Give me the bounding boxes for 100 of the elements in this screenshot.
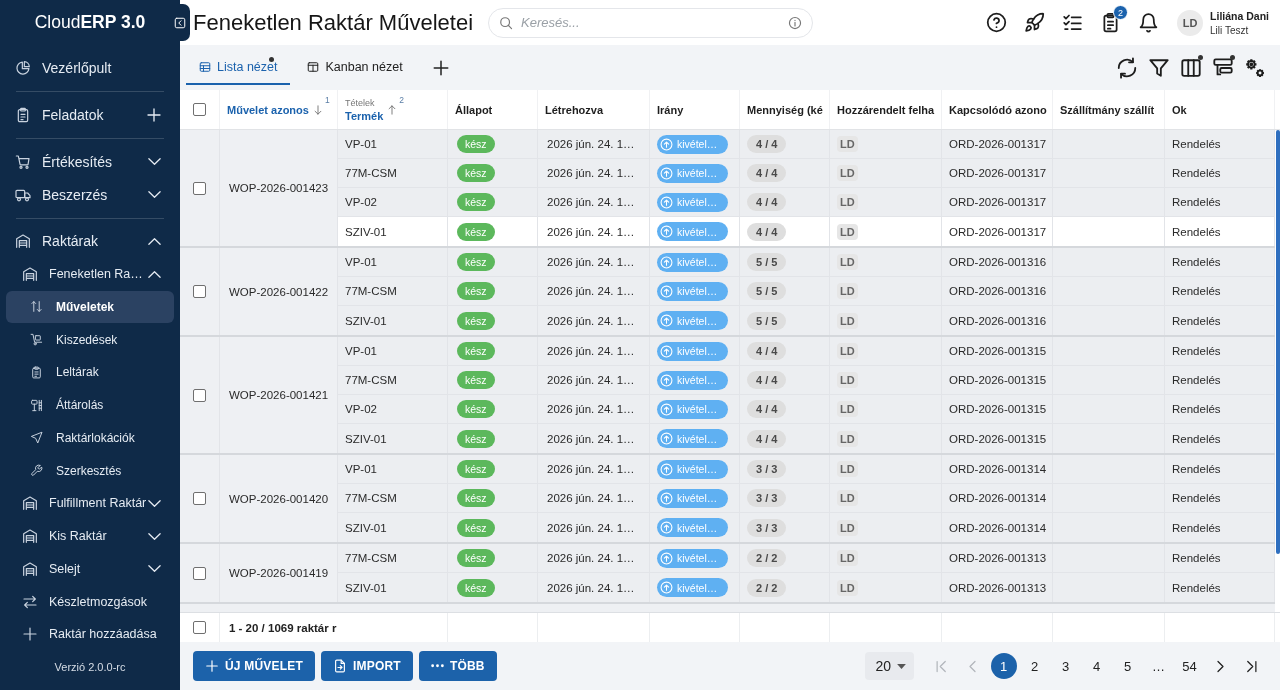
arrow-up-circle-icon (660, 462, 673, 476)
related-id-cell: ORD-2026-001313 (942, 573, 1053, 602)
file-arrow-icon (333, 659, 347, 673)
arrow-up-icon[interactable] (387, 104, 398, 115)
row-checkbox[interactable] (193, 388, 206, 402)
table-row[interactable]: SZIV-01 kész 2026 jún. 24. 1… kivétel… 4 / 4 LD ORD-2026-001317 Rendelés (338, 217, 1275, 246)
row-checkbox[interactable] (193, 285, 206, 298)
quantity-badge: 4 / 4 (747, 164, 787, 182)
info-icon[interactable] (788, 15, 803, 30)
column-header[interactable]: Állapot (448, 90, 538, 129)
direction-label: kivétel… (677, 552, 718, 564)
nav-item[interactable]: Feladatok (6, 98, 174, 132)
product-cell: VP-02 (338, 395, 448, 423)
plus-icon[interactable] (146, 107, 162, 124)
status-badge: kész (457, 371, 495, 389)
nav-item[interactable]: Értékesítés (6, 145, 174, 179)
footer-checkbox[interactable] (193, 621, 206, 634)
product-cell: 77M-CSM (338, 277, 448, 305)
arrow-up-circle-icon (660, 521, 673, 534)
related-id-cell: ORD-2026-001317 (942, 217, 1053, 246)
column-header[interactable]: Mennyiség (ké (740, 90, 830, 129)
column-header[interactable]: Szállítmány szállít (1053, 90, 1165, 129)
arrow-down-icon[interactable] (312, 104, 323, 115)
related-id-cell: ORD-2026-001314 (942, 513, 1053, 542)
page-button[interactable]: 1 (990, 653, 1017, 679)
table-row[interactable]: VP-02 kész 2026 jún. 24. 1… kivétel… 4 / 4 LD ORD-2026-001315 Rendelés (338, 395, 1275, 424)
rocket-icon[interactable] (1024, 12, 1046, 33)
nav-item[interactable]: Leltárak (6, 356, 174, 389)
quantity-badge: 5 / 5 (747, 253, 787, 271)
table-row[interactable]: 77M-CSM kész 2026 jún. 24. 1… kivétel… 5 / 5 LD ORD-2026-001316 Rendelés (338, 277, 1275, 306)
page-button[interactable]: 54 (1176, 653, 1203, 679)
nav-item[interactable]: Kiszedések (6, 323, 174, 356)
checklist-icon[interactable] (1062, 12, 1084, 33)
plus-icon[interactable] (431, 59, 450, 77)
table-row[interactable]: 77M-CSM kész 2026 jún. 24. 1… kivétel… 3 / 3 LD ORD-2026-001314 Rendelés (338, 484, 1275, 513)
nav-item[interactable]: Feneketlen Ra… (6, 257, 174, 291)
nav-item[interactable]: Raktárlokációk (6, 421, 174, 455)
nav-item[interactable]: Szerkesztés (6, 454, 174, 487)
product-cell: VP-01 (338, 248, 448, 276)
up-down-arrows-icon (30, 300, 43, 314)
table-row[interactable]: VP-01 kész 2026 jún. 24. 1… kivétel… 5 / 5 LD ORD-2026-001316 Rendelés (338, 248, 1275, 277)
assignee-badge: LD (837, 283, 858, 299)
assignee-badge: LD (837, 254, 858, 270)
row-checkbox[interactable] (193, 492, 206, 505)
columns-icon[interactable] (1180, 57, 1202, 79)
nav-item[interactable]: Raktár hozzáadása (6, 618, 174, 651)
date-cell: 2026 jún. 24. 1… (538, 277, 650, 305)
view-tab[interactable]: Kanban nézet (294, 51, 416, 85)
column-header[interactable]: Irány (650, 90, 740, 129)
table-row[interactable]: 77M-CSM kész 2026 jún. 24. 1… kivétel… 4 / 4 LD ORD-2026-001315 Rendelés (338, 366, 1275, 395)
nav-item[interactable]: Selejt (6, 552, 174, 586)
product-cell: VP-01 (338, 337, 448, 365)
table-row[interactable]: VP-01 kész 2026 jún. 24. 1… kivétel… 3 / 3 LD ORD-2026-001314 Rendelés (338, 455, 1275, 484)
row-checkbox[interactable] (193, 566, 206, 580)
table-row[interactable]: VP-02 kész 2026 jún. 24. 1… kivétel… 4 / 4 LD ORD-2026-001317 Rendelés (338, 188, 1275, 217)
column-header[interactable]: Művelet azonos 1 (220, 90, 338, 129)
product-cell: VP-01 (338, 130, 448, 158)
collapse-icon (174, 16, 186, 29)
nav-item[interactable]: Fulfillment Raktár (6, 487, 174, 520)
refresh-icon[interactable] (1116, 57, 1138, 79)
column-header[interactable]: Tételek Termék 2 (338, 90, 448, 129)
column-header[interactable]: Létrehozva (538, 90, 650, 129)
nav-item[interactable]: Áttárolás (6, 388, 174, 422)
import-button[interactable]: IMPORT (321, 651, 413, 681)
scrollbar-thumb[interactable] (1276, 130, 1280, 555)
search-field[interactable]: Keresés... (488, 7, 814, 38)
page-size-select[interactable]: 20 (865, 652, 914, 680)
arrow-up-circle-icon (660, 314, 673, 327)
nav-item[interactable]: Műveletek (6, 290, 174, 324)
nav-item[interactable]: Beszerzés (6, 178, 174, 211)
column-header[interactable]: Ok (1165, 90, 1275, 129)
column-header[interactable]: Hozzárendelt felha (830, 90, 942, 129)
page-button[interactable]: 4 (1083, 653, 1110, 679)
view-tab[interactable]: Lista nézet (186, 51, 291, 85)
nav-item[interactable]: Raktárak (6, 225, 174, 258)
nav-item[interactable]: Kis Raktár (6, 519, 174, 553)
page-button[interactable]: 3 (1052, 653, 1079, 679)
last-page-icon[interactable] (1244, 658, 1259, 674)
nav-item[interactable]: Készletmozgások (6, 585, 174, 618)
date-cell: 2026 jún. 24. 1… (538, 395, 650, 423)
user-avatar[interactable]: LD (1177, 9, 1204, 36)
table-row[interactable]: 77M-CSM kész 2026 jún. 24. 1… kivétel… 2 / 2 LD ORD-2026-001313 Rendelés (338, 544, 1275, 573)
assignee-badge: LD (837, 165, 858, 181)
count-badge: 2 (1113, 5, 1129, 20)
new-operation-button[interactable]: ÚJ MŰVELET (193, 651, 315, 681)
filter-icon[interactable] (1148, 57, 1170, 79)
page-button[interactable]: 5 (1114, 653, 1141, 679)
search-icon (499, 15, 514, 30)
page-button[interactable]: 2 (1021, 653, 1048, 679)
more-button[interactable]: TÖBB (418, 651, 497, 681)
help-icon[interactable] (986, 12, 1008, 33)
table-row[interactable]: VP-01 kész 2026 jún. 24. 1… kivétel… 4 / 4 LD ORD-2026-001315 Rendelés (338, 337, 1275, 366)
table-row[interactable]: VP-01 kész 2026 jún. 24. 1… kivétel… 4 / 4 LD ORD-2026-001317 Rendelés (338, 130, 1275, 159)
bell-icon[interactable] (1138, 12, 1160, 33)
nav-item[interactable]: Vezérlőpult (6, 52, 174, 85)
table-row[interactable]: 77M-CSM kész 2026 jún. 24. 1… kivétel… 4 / 4 LD ORD-2026-001317 Rendelés (338, 159, 1275, 188)
row-checkbox[interactable] (193, 181, 206, 195)
select-all-checkbox[interactable] (193, 103, 206, 116)
gears-icon[interactable] (1244, 57, 1266, 79)
column-header[interactable]: Kapcsolódó azono (942, 90, 1053, 129)
